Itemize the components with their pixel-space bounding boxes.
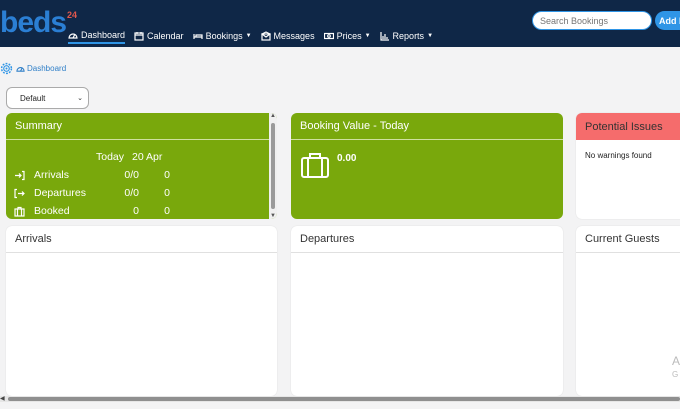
nav-bookings[interactable]: Bookings ▼ <box>192 28 252 44</box>
nav-reports-label: Reports <box>392 31 425 41</box>
arrivals-panel: Arrivals <box>6 226 277 396</box>
table-row[interactable]: Arrivals 0/0 0 <box>14 169 264 187</box>
issues-message: No warnings found <box>585 151 652 160</box>
potential-issues-panel: Potential Issues No warnings found <box>576 113 680 219</box>
nav-messages-label: Messages <box>273 31 315 41</box>
nav-prices-label: Prices <box>336 31 362 41</box>
booking-value-title: Booking Value - Today <box>291 113 563 140</box>
nav-dashboard[interactable]: Dashboard <box>68 28 126 44</box>
nav-dashboard-label: Dashboard <box>81 30 126 40</box>
suitcase-icon <box>14 206 25 219</box>
nav-calendar-label: Calendar <box>147 31 184 41</box>
logo-suffix: 24 <box>67 10 78 20</box>
arrivals-title: Arrivals <box>6 226 277 253</box>
summary-title: Summary <box>6 113 277 140</box>
col-date: 20 Apr <box>132 151 163 163</box>
add-booking-button[interactable]: Add B <box>655 11 680 30</box>
summary-scrollbar[interactable]: ▲ ▼ <box>269 113 277 219</box>
nav-calendar[interactable]: Calendar <box>134 28 184 44</box>
money-icon <box>323 32 334 40</box>
envelope-icon <box>260 31 271 41</box>
col-today: Today <box>96 151 125 163</box>
main-nav: Dashboard Calendar Bookings ▼ Messages P… <box>68 28 442 46</box>
row-date: 0 <box>164 205 170 217</box>
breadcrumb-link[interactable]: Dashboard <box>27 64 66 73</box>
scroll-up-icon[interactable]: ▲ <box>270 113 276 119</box>
bed-icon <box>192 34 203 39</box>
row-date: 0 <box>164 169 170 181</box>
select-value: Default <box>20 93 46 103</box>
row-label: Departures <box>34 187 86 199</box>
dashboard-icon <box>16 67 25 72</box>
scroll-left-icon[interactable]: ◀ <box>0 395 5 402</box>
scroll-down-icon[interactable]: ▼ <box>270 213 276 219</box>
chevron-down-icon: ⌄ <box>77 95 83 102</box>
chevron-down-icon: ▼ <box>245 33 252 39</box>
row-today: 0/0 <box>124 169 139 181</box>
summary-panel: Summary ▲ ▼ Today 20 Apr Arrivals 0/0 0 … <box>6 113 277 219</box>
logo-text: beds <box>0 6 67 39</box>
issues-title: Potential Issues <box>576 113 680 140</box>
departures-panel: Departures <box>291 226 563 396</box>
booking-value-amount: 0.00 <box>337 153 357 164</box>
row-label: Arrivals <box>34 169 70 181</box>
current-guests-panel: Current Guests <box>576 226 680 396</box>
nav-messages[interactable]: Messages <box>260 28 315 44</box>
sign-in-icon <box>14 170 25 184</box>
chart-icon <box>379 32 389 41</box>
suitcase-icon <box>301 153 329 178</box>
gear-icon[interactable] <box>0 62 13 75</box>
scroll-thumb[interactable] <box>8 397 680 401</box>
beds24-logo[interactable]: beds 24 <box>0 8 77 38</box>
summary-header-row: Today 20 Apr <box>14 151 264 169</box>
breadcrumb: Dashboard <box>16 64 66 73</box>
summary-table: Today 20 Apr Arrivals 0/0 0 Departures 0… <box>14 151 264 219</box>
table-row[interactable]: Departures 0/0 0 <box>14 187 264 205</box>
bottom-strip <box>0 402 680 409</box>
sign-out-icon <box>14 188 25 202</box>
guests-title: Current Guests <box>576 226 680 253</box>
table-row[interactable]: Booked 0 0 <box>14 205 264 219</box>
row-today: 0/0 <box>124 187 139 199</box>
nav-prices[interactable]: Prices ▼ <box>323 28 371 44</box>
top-navbar: beds 24 Dashboard Calendar Bookings ▼ Me… <box>0 0 680 47</box>
row-label: Booked <box>34 205 70 217</box>
nav-reports[interactable]: Reports ▼ <box>379 28 434 44</box>
chevron-down-icon: ▼ <box>427 33 434 39</box>
watermark-text: A <box>672 354 680 368</box>
search-bookings-input[interactable] <box>532 11 652 30</box>
booking-value-panel: Booking Value - Today 0.00 <box>291 113 563 219</box>
departures-title: Departures <box>291 226 563 253</box>
watermark-subtext: G <box>672 370 679 379</box>
dashboard-icon <box>68 33 78 39</box>
nav-bookings-label: Bookings <box>205 31 243 41</box>
row-today: 0 <box>133 205 139 217</box>
scroll-thumb[interactable] <box>271 123 275 209</box>
chevron-down-icon: ▼ <box>364 33 371 39</box>
dashboard-view-select[interactable]: Default ⌄ <box>6 87 89 109</box>
row-date: 0 <box>164 187 170 199</box>
calendar-icon <box>134 32 144 41</box>
